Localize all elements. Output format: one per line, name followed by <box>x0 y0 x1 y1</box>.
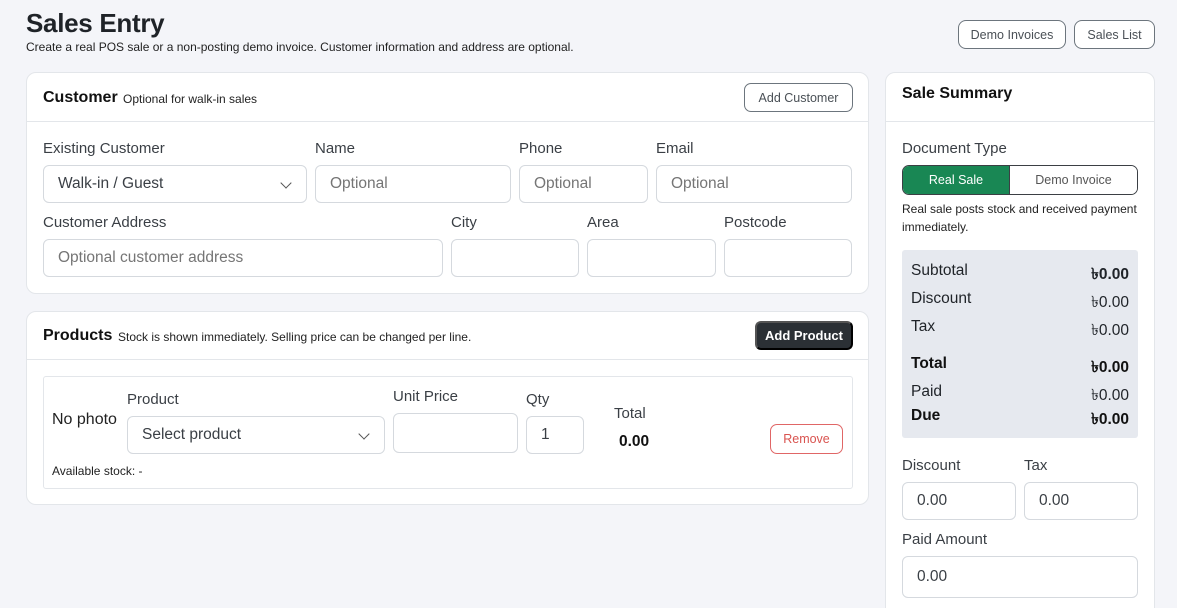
products-card: Products Stock is shown immediately. Sel… <box>26 311 869 505</box>
paid-amount-input[interactable] <box>902 556 1138 598</box>
subtotal-label: Subtotal <box>911 262 968 279</box>
sale-summary-title: Sale Summary <box>902 85 1013 102</box>
total-value: ৳0.00 <box>1091 359 1129 376</box>
due-value: ৳0.00 <box>1091 411 1129 428</box>
line-total-value: 0.00 <box>619 433 650 450</box>
unit-price-input[interactable] <box>393 413 518 453</box>
paid-label: Paid <box>911 383 943 400</box>
customer-card-header: Customer Optional for walk-in sales Add … <box>27 73 868 122</box>
existing-customer-select[interactable]: Walk-in / Guest <box>43 165 307 203</box>
products-note: Stock is shown immediately. Selling pric… <box>118 330 472 344</box>
add-product-button[interactable]: Add Product <box>755 321 853 350</box>
customer-address-label: Customer Address <box>43 214 167 231</box>
discount-input[interactable] <box>902 482 1016 520</box>
product-photo-placeholder: No photo <box>52 411 117 428</box>
customer-card: Customer Optional for walk-in sales Add … <box>26 72 869 294</box>
remove-line-button[interactable]: Remove <box>770 424 843 454</box>
qty-label: Qty <box>526 391 550 408</box>
subtotal-row: Subtotal ৳0.00 <box>911 262 1129 288</box>
customer-title: Customer <box>43 89 118 106</box>
product-select-value: Select product <box>142 426 242 443</box>
tax-summary-label: Tax <box>911 318 936 335</box>
city-input[interactable] <box>451 239 579 277</box>
discount-summary-value: ৳0.00 <box>1091 294 1129 311</box>
page-title: Sales Entry <box>26 8 165 38</box>
tax-row: Tax ৳0.00 <box>911 318 1129 344</box>
chevron-down-icon <box>280 177 292 189</box>
totals-panel: Subtotal ৳0.00 Discount ৳0.00 Tax ৳0.00 … <box>902 250 1138 438</box>
paid-row: Paid ৳0.00 <box>911 383 1129 409</box>
products-title: Products <box>43 327 113 344</box>
due-row: Due ৳0.00 <box>911 407 1129 433</box>
sales-list-button[interactable]: Sales List <box>1074 20 1155 49</box>
phone-input[interactable] <box>519 165 648 203</box>
total-row: Total ৳0.00 <box>911 355 1129 381</box>
document-type-note: Real sale posts stock and received payme… <box>902 202 1137 234</box>
chevron-down-icon <box>358 428 370 440</box>
page-subtitle: Create a real POS sale or a non-posting … <box>26 40 574 54</box>
tax-summary-value: ৳0.00 <box>1091 322 1129 339</box>
email-input[interactable] <box>656 165 852 203</box>
area-input[interactable] <box>587 239 716 277</box>
qty-input[interactable] <box>526 416 584 454</box>
tax-input[interactable] <box>1024 482 1138 520</box>
area-label: Area <box>587 214 619 231</box>
phone-label: Phone <box>519 140 563 157</box>
unit-price-label: Unit Price <box>393 388 459 405</box>
sale-summary-card: Sale Summary Document Type Real Sale Dem… <box>885 72 1155 608</box>
products-card-header: Products Stock is shown immediately. Sel… <box>27 312 868 360</box>
email-label: Email <box>656 140 694 157</box>
tax-label: Tax <box>1024 457 1048 474</box>
postcode-label: Postcode <box>724 214 787 231</box>
paid-value: ৳0.00 <box>1091 387 1129 404</box>
discount-summary-label: Discount <box>911 290 972 307</box>
line-total-label: Total <box>614 405 646 422</box>
name-input[interactable] <box>315 165 511 203</box>
city-label: City <box>451 214 477 231</box>
real-sale-option[interactable]: Real Sale <box>903 166 1009 194</box>
name-label: Name <box>315 140 356 157</box>
document-type-toggle: Real Sale Demo Invoice <box>902 165 1138 195</box>
customer-address-input[interactable] <box>43 239 443 277</box>
existing-customer-value: Walk-in / Guest <box>58 175 164 192</box>
add-customer-button[interactable]: Add Customer <box>744 83 853 112</box>
demo-invoice-option[interactable]: Demo Invoice <box>1009 166 1137 194</box>
paid-amount-label: Paid Amount <box>902 531 988 548</box>
document-type-label: Document Type <box>902 140 1007 157</box>
subtotal-value: ৳0.00 <box>1091 266 1129 283</box>
product-select[interactable]: Select product <box>127 416 385 454</box>
available-stock: Available stock: - <box>52 464 143 478</box>
demo-invoices-button[interactable]: Demo Invoices <box>958 20 1066 49</box>
discount-label: Discount <box>902 457 961 474</box>
existing-customer-label: Existing Customer <box>43 140 165 157</box>
postcode-input[interactable] <box>724 239 852 277</box>
sale-summary-header: Sale Summary <box>886 73 1154 122</box>
total-label: Total <box>911 355 947 372</box>
product-line: No photo Product Select product Unit Pri… <box>43 376 853 489</box>
due-label: Due <box>911 407 941 424</box>
customer-note: Optional for walk-in sales <box>123 92 258 106</box>
discount-row: Discount ৳0.00 <box>911 290 1129 316</box>
product-label: Product <box>127 391 179 408</box>
